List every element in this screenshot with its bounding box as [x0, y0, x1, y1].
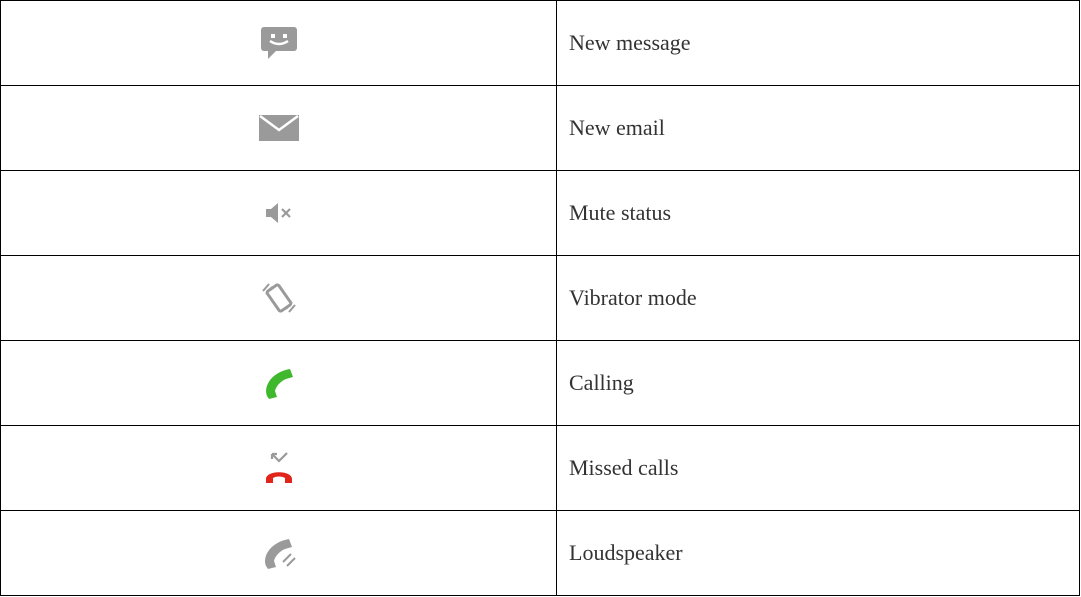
table-row: Loudspeaker — [0, 510, 1080, 596]
row-label: New email — [556, 85, 1080, 171]
speakerphone-icon — [264, 539, 296, 569]
icon-cell — [0, 510, 557, 596]
icon-cell — [0, 425, 557, 511]
row-label: Vibrator mode — [556, 255, 1080, 341]
table-row: Calling — [0, 340, 1080, 426]
envelope-icon — [258, 115, 299, 141]
icon-cell — [0, 170, 557, 256]
row-label: Calling — [556, 340, 1080, 426]
icon-cell — [0, 255, 557, 341]
row-label: Loudspeaker — [556, 510, 1080, 596]
table-row: Missed calls — [0, 425, 1080, 511]
icon-cell — [0, 340, 557, 426]
table-row: New message — [0, 0, 1080, 86]
speaker-mute-icon — [265, 203, 291, 223]
vibrate-phone-icon — [261, 283, 296, 313]
row-label: Missed calls — [556, 425, 1080, 511]
row-label: New message — [556, 0, 1080, 86]
missed-call-icon — [265, 452, 292, 483]
table-row: New email — [0, 85, 1080, 171]
table-row: Mute status — [0, 170, 1080, 256]
icon-cell — [0, 0, 557, 86]
phone-call-icon — [265, 369, 293, 399]
row-label: Mute status — [556, 170, 1080, 256]
icon-cell — [0, 85, 557, 171]
smiley-message-icon — [260, 27, 297, 59]
status-icon-table: New message New email Mute status Vibrat… — [0, 0, 1080, 596]
table-row: Vibrator mode — [0, 255, 1080, 341]
